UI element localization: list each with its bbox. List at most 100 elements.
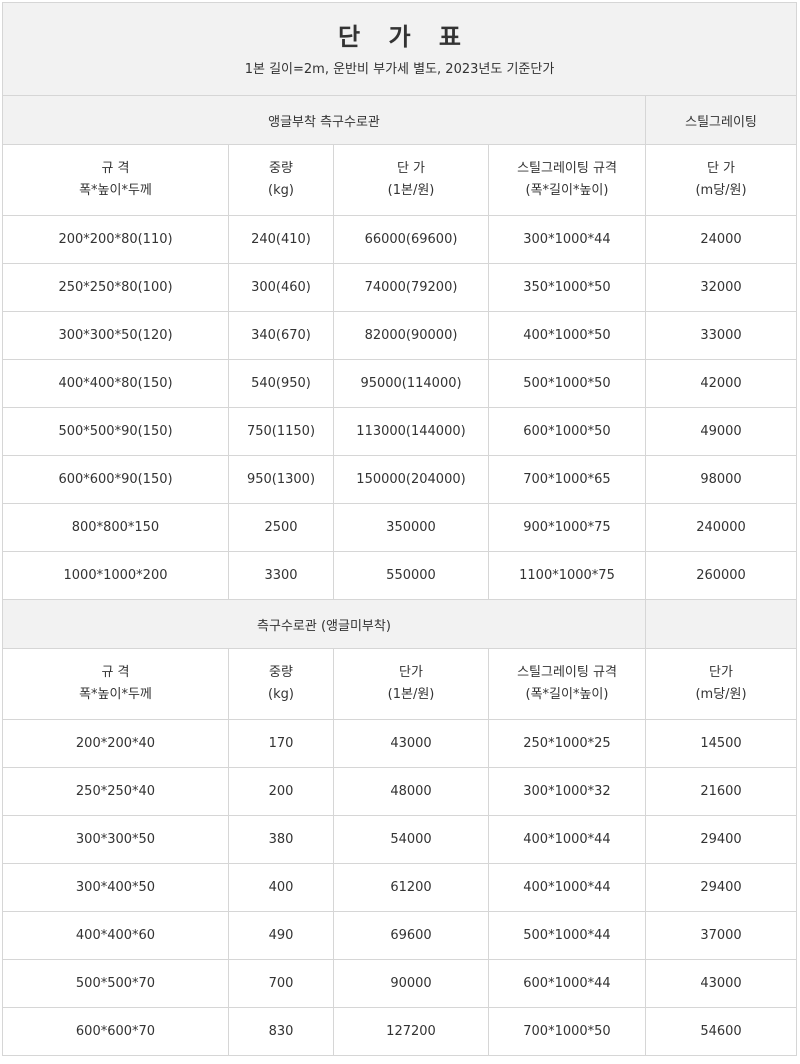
- table-cell: 43000: [644, 959, 798, 1008]
- table-cell: 33000: [644, 311, 798, 360]
- table-cell: 540(950): [228, 359, 334, 408]
- table-cell: 54600: [644, 1007, 798, 1056]
- table-row: 250*250*80(100) 300(460) 74000(79200) 350*1…: [2, 263, 798, 312]
- table-cell: 500*500*70: [2, 959, 229, 1008]
- section-title: 측구수로관 (앵글미부착): [2, 599, 646, 649]
- table-row: 600*600*90(150) 950(1300) 150000(204000) 70…: [2, 455, 798, 504]
- column-header-label: 단가: [709, 665, 733, 680]
- table-cell: 600*1000*50: [488, 407, 646, 456]
- table-cell: 43000: [333, 719, 489, 768]
- column-header: 규 격폭*높이*두께: [2, 144, 229, 216]
- table-cell: 200*200*80(110): [2, 215, 229, 264]
- column-header-label: 중량: [269, 161, 293, 176]
- table-cell: 750(1150): [228, 407, 334, 456]
- table-cell: 200*200*40: [2, 719, 229, 768]
- table-cell: 500*500*90(150): [2, 407, 229, 456]
- table-row: 300*400*50 400 61200 400*1000*44 29400: [2, 863, 798, 912]
- table-cell: 113000(144000): [333, 407, 489, 456]
- column-header-unit: 폭*높이*두께: [79, 687, 152, 702]
- section-grating-title: 스틸그레이팅: [644, 95, 798, 145]
- table-cell: 66000(69600): [333, 215, 489, 264]
- column-header-label: 단 가: [706, 161, 736, 176]
- column-header-label: 규 격: [101, 161, 130, 176]
- table-cell: 150000(204000): [333, 455, 489, 504]
- table-cell: 95000(114000): [333, 359, 489, 408]
- table-row: 200*200*40 170 43000 250*1000*25 14500: [2, 719, 798, 768]
- column-header-unit: (폭*길이*높이): [525, 687, 609, 702]
- table-row: 300*300*50 380 54000 400*1000*44 29400: [2, 815, 798, 864]
- column-header-unit: (m당/원): [695, 687, 747, 702]
- table-cell: 300*300*50: [2, 815, 229, 864]
- table-row: 400*400*80(150) 540(950) 95000(114000) 500*…: [2, 359, 798, 408]
- table-cell: 400*1000*44: [488, 863, 646, 912]
- column-header-label: 단가: [399, 665, 423, 680]
- section-header-row: 앵글부착 측구수로관 스틸그레이팅: [2, 95, 798, 145]
- table-cell: 260000: [644, 551, 798, 600]
- column-header-unit: (kg): [268, 183, 294, 198]
- table-cell: 240(410): [228, 215, 334, 264]
- column-header: 중량 (kg): [228, 648, 334, 720]
- table-cell: 170: [228, 719, 334, 768]
- page-subtitle: 1본 길이=2m, 운반비 부가세 별도, 2023년도 기준단가: [244, 61, 555, 77]
- table-cell: 24000: [644, 215, 798, 264]
- title-cell: 단 가 표 1본 길이=2m, 운반비 부가세 별도, 2023년도 기준단가: [1, 2, 798, 96]
- table-row: 500*500*90(150) 750(1150) 113000(144000) 60…: [2, 407, 798, 456]
- column-header: 단가 (1본/원): [333, 648, 489, 720]
- table-cell: 82000(90000): [333, 311, 489, 360]
- column-header-row: 규 격폭*높이*두께 중량 (kg) 단 가 (1본/원) 스틸그레이팅 규격 (폭*길이*…: [2, 144, 798, 216]
- table-cell: 700: [228, 959, 334, 1008]
- column-header: 규 격폭*높이*두께: [2, 648, 229, 720]
- table-row: 500*500*70 700 90000 600*1000*44 43000: [2, 959, 798, 1008]
- column-header-unit: (폭*길이*높이): [525, 183, 609, 198]
- column-header-unit: (1본/원): [387, 687, 435, 702]
- table-row: 1000*1000*200 3300 550000 1100*1000*75 26000…: [2, 551, 798, 600]
- table-cell: 61200: [333, 863, 489, 912]
- table-row: 300*300*50(120) 340(670) 82000(90000) 400*1…: [2, 311, 798, 360]
- table-cell: 300*1000*44: [488, 215, 646, 264]
- column-header-label: 스틸그레이팅 규격: [517, 161, 617, 176]
- table-cell: 21600: [644, 767, 798, 816]
- table-cell: 350000: [333, 503, 489, 552]
- column-header-label: 규 격: [101, 665, 130, 680]
- table-cell: 700*1000*65: [488, 455, 646, 504]
- table-cell: 600*600*90(150): [2, 455, 229, 504]
- table-cell: 200: [228, 767, 334, 816]
- table-cell: 42000: [644, 359, 798, 408]
- table-cell: 250*250*80(100): [2, 263, 229, 312]
- table-row: 200*200*80(110) 240(410) 66000(69600) 300*1…: [2, 215, 798, 264]
- table-cell: 800*800*150: [2, 503, 229, 552]
- table-cell: 350*1000*50: [488, 263, 646, 312]
- table-cell: 3300: [228, 551, 334, 600]
- column-header: 스틸그레이팅 규격 (폭*길이*높이): [488, 648, 646, 720]
- table-cell: 2500: [228, 503, 334, 552]
- column-header: 스틸그레이팅 규격 (폭*길이*높이): [488, 144, 646, 216]
- table-cell: 250*250*40: [2, 767, 229, 816]
- table-cell: 400*1000*44: [488, 815, 646, 864]
- table-cell: 54000: [333, 815, 489, 864]
- table-cell: 32000: [644, 263, 798, 312]
- table-row: 600*600*70 830 127200 700*1000*50 54600: [2, 1007, 798, 1056]
- table-cell: 29400: [644, 815, 798, 864]
- table-cell: 74000(79200): [333, 263, 489, 312]
- table-cell: 98000: [644, 455, 798, 504]
- price-table: 단 가 표 1본 길이=2m, 운반비 부가세 별도, 2023년도 기준단가 …: [1, 2, 798, 1056]
- table-cell: 14500: [644, 719, 798, 768]
- section-title: 앵글부착 측구수로관: [2, 95, 646, 145]
- column-header: 단 가 (1본/원): [333, 144, 489, 216]
- table-cell: 49000: [644, 407, 798, 456]
- table-cell: 29400: [644, 863, 798, 912]
- table-cell: 400*1000*50: [488, 311, 646, 360]
- table-cell: 900*1000*75: [488, 503, 646, 552]
- table-cell: 69600: [333, 911, 489, 960]
- table-cell: 500*1000*50: [488, 359, 646, 408]
- table-cell: 600*600*70: [2, 1007, 229, 1056]
- column-header-label: 중량: [269, 665, 293, 680]
- column-header-unit: 폭*높이*두께: [79, 183, 152, 198]
- column-header-label: 단 가: [396, 161, 426, 176]
- table-cell: 490: [228, 911, 334, 960]
- table-cell: 400*400*60: [2, 911, 229, 960]
- table-cell: 950(1300): [228, 455, 334, 504]
- table-cell: 1100*1000*75: [488, 551, 646, 600]
- table-cell: 550000: [333, 551, 489, 600]
- table-cell: 340(670): [228, 311, 334, 360]
